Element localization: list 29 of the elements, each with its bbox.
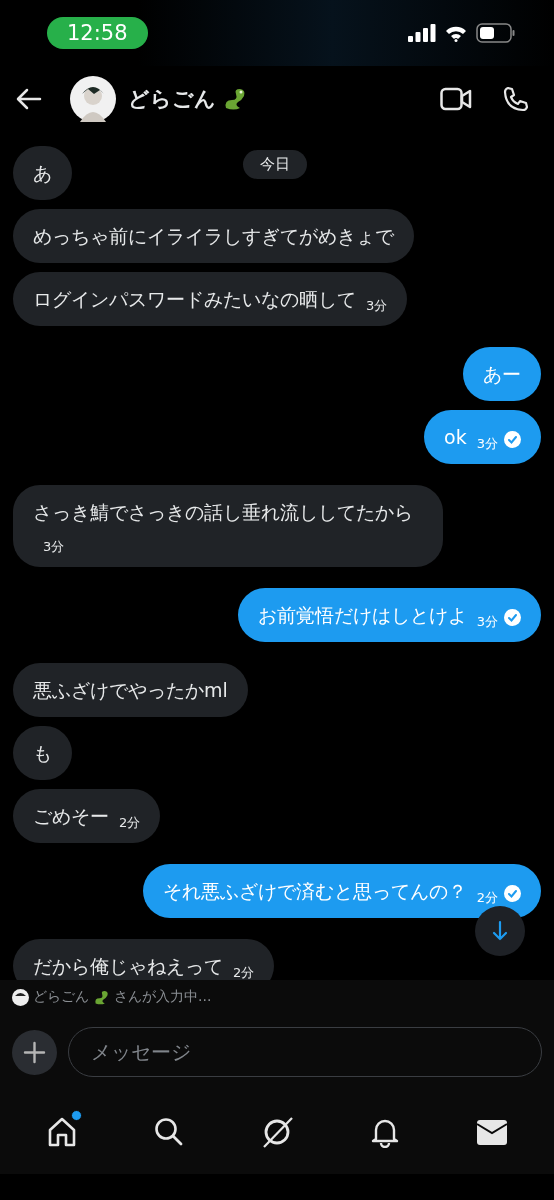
message-bubble: めっちゃ前にイライラしすぎてがめきょで [13, 209, 414, 263]
message-bubble: お前覚悟だけはしとけよ $_{3分}$ [237, 588, 541, 642]
typing-name: どらごん [33, 988, 89, 1006]
message-bubble: あー [463, 347, 541, 401]
message-bubble: ログインパスワードみたいなの晒して $_{3分}$ [13, 272, 408, 326]
slashed-circle-icon[interactable] [260, 1115, 294, 1149]
battery-icon [476, 23, 516, 43]
date-chip: 今日 [243, 150, 307, 179]
mail-icon[interactable] [476, 1118, 509, 1146]
scroll-down-button[interactable] [475, 906, 525, 956]
message-bubble: も [13, 726, 72, 780]
signal-icon [408, 24, 436, 42]
add-button[interactable] [12, 1029, 57, 1075]
avatar [12, 988, 29, 1006]
message-bubble: それ悪ふざけで済むと思ってんの？ $_{2分}$ [142, 864, 541, 918]
contact-name[interactable]: どらごん [128, 85, 216, 113]
message-bubble: ok $_{3分}$ [424, 410, 541, 464]
phone-icon[interactable] [502, 86, 528, 112]
message-bubble: だから俺じゃねえって $_{2分}$ [13, 939, 275, 980]
wifi-icon [445, 24, 467, 42]
message-bubble: あ [13, 146, 72, 200]
message-bubble: 悪ふざけでやったかml [13, 663, 248, 717]
message-input-field[interactable]: メッセージ [68, 1027, 542, 1077]
back-arrow-icon[interactable] [16, 88, 42, 110]
avatar[interactable] [70, 76, 116, 122]
typing-indicator: さんが入力中... [114, 988, 212, 1006]
video-call-icon[interactable] [440, 87, 472, 111]
status-time: 12:58 [47, 17, 148, 49]
message-bubble: ごめそー $_{2分}$ [13, 789, 161, 843]
